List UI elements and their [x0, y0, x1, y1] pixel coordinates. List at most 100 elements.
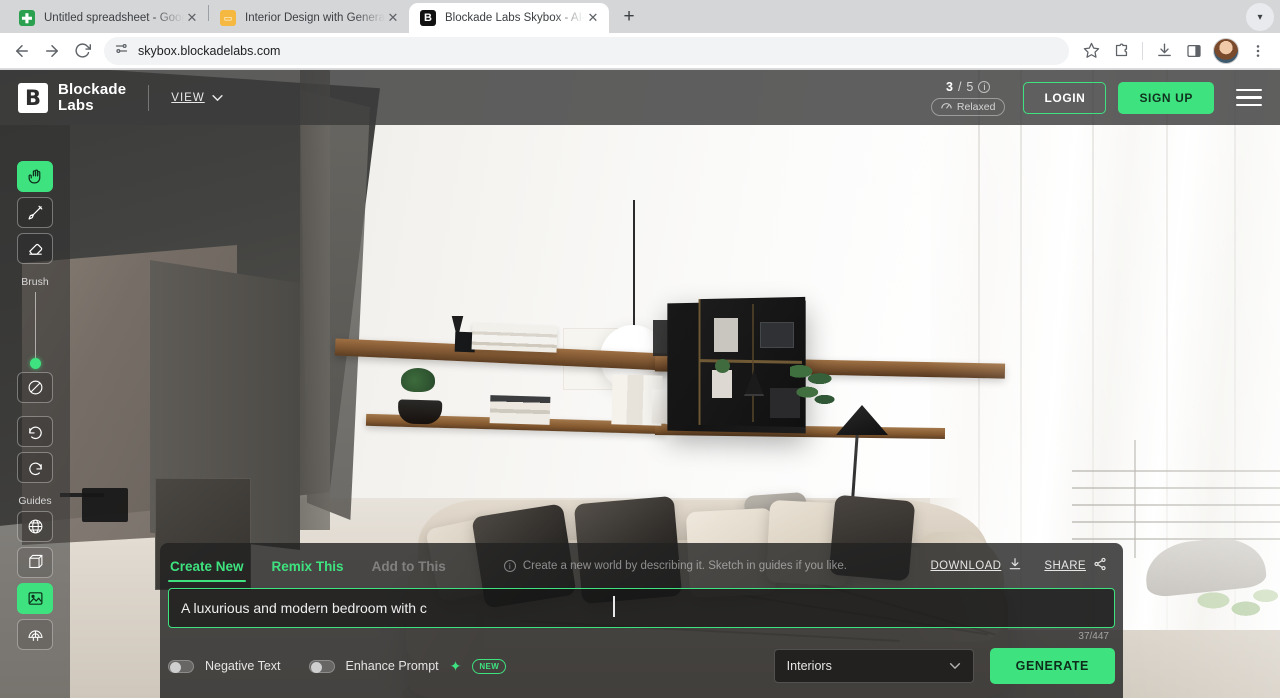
- tab-close-button[interactable]: ✕: [385, 10, 401, 26]
- back-icon[interactable]: [8, 37, 36, 65]
- tab-remix-this[interactable]: Remix This: [270, 557, 346, 582]
- hand-tool-button[interactable]: [17, 161, 53, 192]
- sphere-guide-button[interactable]: [17, 511, 53, 542]
- bookmark-star-icon[interactable]: [1077, 37, 1105, 65]
- enhance-prompt-toggle[interactable]: [309, 660, 335, 673]
- download-button[interactable]: DOWNLOAD: [930, 557, 1022, 574]
- negative-text-label: Negative Text: [205, 659, 281, 673]
- info-icon[interactable]: i: [978, 81, 990, 93]
- toolbar-divider: [1142, 42, 1143, 60]
- scene-hanging-plant: [790, 362, 838, 414]
- folder-icon: ▭: [220, 10, 236, 26]
- sheets-icon-glyph: ✚: [22, 12, 33, 25]
- address-bar[interactable]: skybox.blockadelabs.com: [104, 37, 1069, 65]
- prompt-input-wrapper: 37/447: [160, 582, 1123, 628]
- undo-button[interactable]: [17, 416, 53, 447]
- brush-size-slider-handle[interactable]: [30, 358, 41, 369]
- eraser-tool-button[interactable]: [17, 233, 53, 264]
- tab-title: Interior Design with Generati: [245, 12, 385, 24]
- toggle-knob: [311, 662, 322, 673]
- folder-icon-glyph: ▭: [224, 13, 233, 24]
- reload-icon[interactable]: [68, 37, 96, 65]
- browser-tab-3-active[interactable]: B Blockade Labs Skybox - AI-G ✕: [409, 3, 609, 33]
- enhance-prompt-toggle-group[interactable]: Enhance Prompt ✦ NEW: [309, 658, 507, 675]
- scene-books-upper: [472, 323, 558, 352]
- share-button[interactable]: SHARE: [1044, 557, 1107, 574]
- view-dropdown-button[interactable]: VIEW: [171, 92, 222, 104]
- signup-button[interactable]: SIGN UP: [1118, 82, 1214, 114]
- tab-add-to-this: Add to This: [370, 557, 448, 582]
- scene-wall-panel: [300, 70, 330, 530]
- text-caret: [613, 596, 615, 617]
- hamburger-menu-icon[interactable]: [1236, 89, 1262, 107]
- negative-text-toggle-group[interactable]: Negative Text: [168, 659, 281, 673]
- tab-strip: ✚ Untitled spreadsheet - Googl ✕ ▭ Inter…: [0, 0, 1280, 33]
- credits-count: 3/5 i: [931, 80, 1006, 94]
- prompt-hint: i Create a new world by describing it. S…: [504, 560, 847, 572]
- scene-books-stack: [490, 395, 551, 425]
- browser-toolbar: skybox.blockadelabs.com: [0, 33, 1280, 69]
- blockade-icon: B: [420, 10, 436, 26]
- chevron-down-icon: [949, 661, 961, 672]
- brush-section-label: Brush: [21, 276, 48, 288]
- tab-search-chevron-icon[interactable]: ▾: [1246, 3, 1274, 31]
- skybox-viewport[interactable]: B Blockade Labs VIEW 3/5 i: [0, 70, 1280, 698]
- blockade-labs-logo[interactable]: B Blockade Labs: [18, 82, 126, 114]
- prompt-panel: Create New Remix This Add to This i Crea…: [160, 543, 1123, 698]
- tab-title: Blockade Labs Skybox - AI-G: [445, 12, 585, 24]
- prompt-input[interactable]: [168, 588, 1115, 628]
- new-tab-button[interactable]: +: [615, 3, 643, 31]
- forward-icon[interactable]: [38, 37, 66, 65]
- scene-balcony-railing: [1072, 470, 1280, 550]
- extensions-icon[interactable]: [1107, 37, 1135, 65]
- sheets-icon: ✚: [19, 10, 35, 26]
- image-guide-button[interactable]: [17, 583, 53, 614]
- scene-plant-pot: [398, 399, 443, 424]
- tab-close-button[interactable]: ✕: [585, 10, 601, 26]
- style-select-value: Interiors: [787, 659, 832, 673]
- scene-wall-unit-divider: [752, 304, 754, 422]
- chevron-down-icon: [212, 92, 223, 104]
- brush-tool-button[interactable]: [17, 197, 53, 228]
- style-select[interactable]: Interiors: [774, 649, 974, 683]
- site-settings-icon[interactable]: [114, 41, 129, 61]
- credits-separator: /: [958, 80, 961, 94]
- header-divider: [148, 85, 149, 111]
- tab-close-button[interactable]: ✕: [184, 10, 200, 26]
- scene-books-row: [547, 381, 614, 425]
- redo-button[interactable]: [17, 452, 53, 483]
- side-panel-icon[interactable]: [1180, 37, 1208, 65]
- toggle-knob: [170, 662, 181, 673]
- address-bar-url: skybox.blockadelabs.com: [138, 44, 280, 58]
- download-label: DOWNLOAD: [930, 560, 1001, 572]
- new-badge: NEW: [472, 659, 506, 674]
- left-toolbar: Brush Guides: [0, 125, 70, 698]
- speed-icon: [941, 101, 952, 113]
- scene-foliage: [1190, 582, 1280, 628]
- login-button[interactable]: LOGIN: [1023, 82, 1106, 114]
- browser-tab-1[interactable]: ✚ Untitled spreadsheet - Googl ✕: [8, 3, 208, 33]
- blockade-icon-glyph: B: [424, 13, 432, 24]
- cube-guide-button[interactable]: [17, 547, 53, 578]
- chrome-menu-icon[interactable]: [1244, 37, 1272, 65]
- character-counter: 37/447: [1078, 631, 1109, 642]
- dome-guide-button[interactable]: [17, 619, 53, 650]
- scene-wall-sconce: [82, 488, 128, 522]
- negative-text-toggle[interactable]: [168, 660, 194, 673]
- credits-total: 5: [966, 80, 973, 94]
- scene-wall-unit-item: [712, 370, 732, 398]
- profile-avatar[interactable]: [1213, 38, 1239, 64]
- generate-button[interactable]: GENERATE: [990, 648, 1115, 684]
- panel-actions: DOWNLOAD SHARE: [930, 557, 1115, 574]
- download-icon: [1008, 557, 1022, 574]
- tab-create-new[interactable]: Create New: [168, 557, 246, 582]
- enhance-prompt-label: Enhance Prompt: [346, 659, 439, 673]
- browser-tab-2[interactable]: ▭ Interior Design with Generati ✕: [209, 3, 409, 33]
- brush-size-slider[interactable]: [35, 292, 36, 364]
- status-badge-label: Relaxed: [957, 101, 996, 113]
- status-badge: Relaxed: [931, 98, 1006, 116]
- scene-wall-unit-item: [714, 318, 738, 352]
- credits-indicator[interactable]: 3/5 i Relaxed: [931, 80, 1006, 116]
- no-draw-tool-button[interactable]: [17, 372, 53, 403]
- downloads-icon[interactable]: [1150, 37, 1178, 65]
